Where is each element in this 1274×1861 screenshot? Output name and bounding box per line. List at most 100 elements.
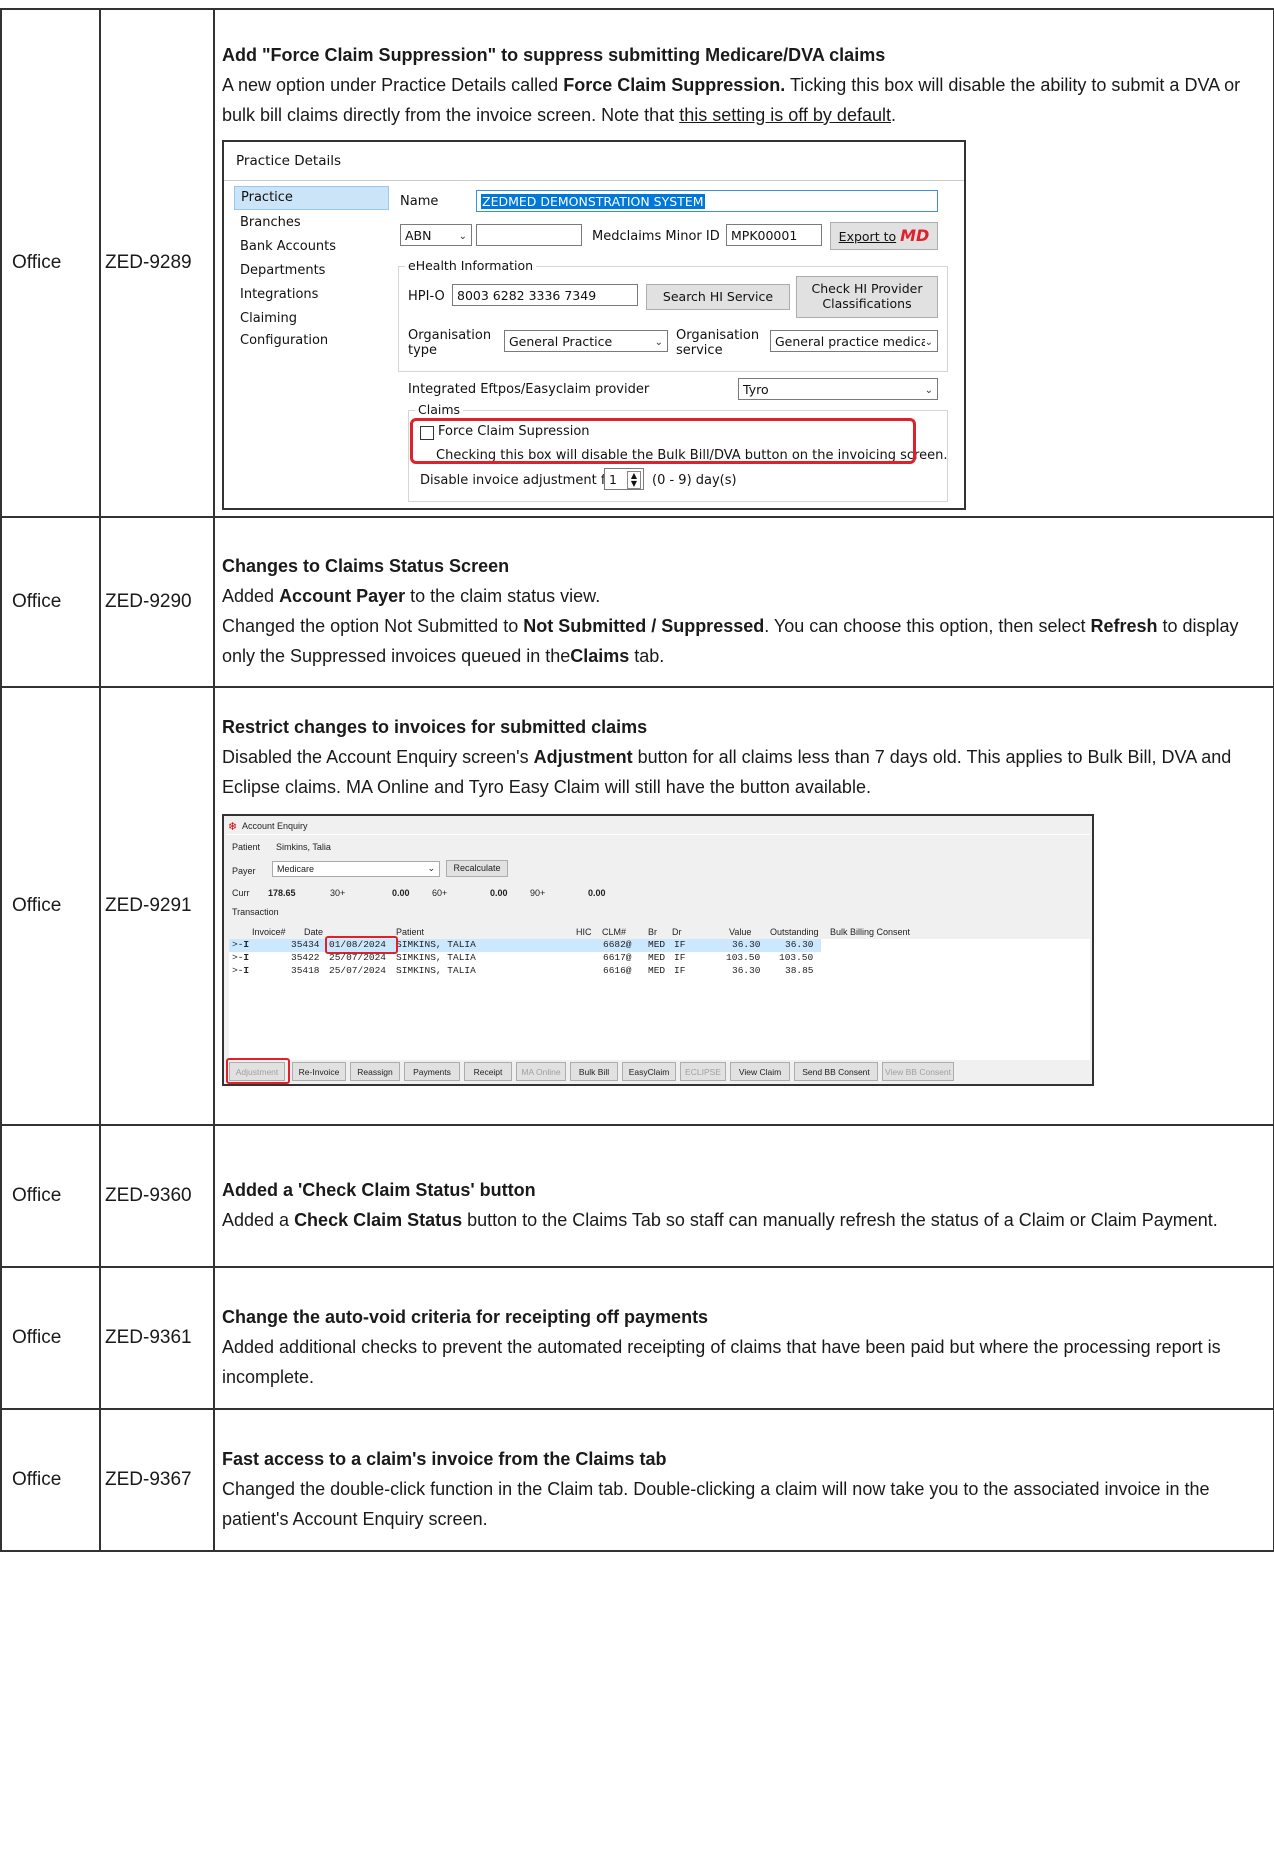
payer-select[interactable]: Medicare ⌄ xyxy=(272,861,440,877)
column-header[interactable]: Patient xyxy=(396,927,424,937)
table-cell[interactable]: 103.50 xyxy=(779,952,813,963)
note-text: Changed the option Not Submitted to Not … xyxy=(222,616,1239,666)
claims-caption: Claims xyxy=(415,402,464,417)
recalculate-button[interactable]: Recalculate xyxy=(446,860,508,877)
eftpos-label: Integrated Eftpos/Easyclaim provider xyxy=(408,382,650,397)
column-header[interactable]: HIC xyxy=(576,927,592,937)
view-claim-button[interactable]: View Claim xyxy=(730,1062,790,1081)
column-header[interactable]: Br xyxy=(648,927,657,937)
org-service-select[interactable]: General practice medica ⌄ xyxy=(770,330,938,352)
table-cell[interactable]: 38.85 xyxy=(785,965,814,976)
chevron-down-icon: ⌄ xyxy=(924,332,933,351)
issue-id-cell: ZED-9360 xyxy=(99,1124,215,1268)
column-header[interactable]: Dr xyxy=(672,927,682,937)
table-cell[interactable]: SIMKINS, TALIA xyxy=(396,939,476,950)
table-cell[interactable]: 35418 xyxy=(291,965,320,976)
category-cell: Office xyxy=(0,1266,101,1410)
name-field[interactable]: ZEDMED DEMONSTRATION SYSTEM xyxy=(476,190,938,212)
chevron-down-icon: ⌄ xyxy=(654,337,663,348)
hpio-field[interactable]: 8003 6282 3336 7349 xyxy=(452,284,638,306)
reassign-button[interactable]: Reassign xyxy=(350,1062,400,1081)
bulk-bill-button[interactable]: Bulk Bill xyxy=(570,1062,618,1081)
chevron-down-icon: ⌄ xyxy=(458,231,467,242)
table-cell[interactable]: 25/07/2024 xyxy=(329,952,386,963)
table-cell[interactable]: 25/07/2024 xyxy=(329,965,386,976)
column-header[interactable]: Invoice# xyxy=(252,927,286,937)
table-cell[interactable]: 6682@ xyxy=(603,939,632,950)
column-header[interactable]: Date xyxy=(304,927,323,937)
table-cell[interactable]: 36.30 xyxy=(732,965,761,976)
description-cell: Restrict changes to invoices for submitt… xyxy=(213,686,1274,1126)
note-title: Changes to Claims Status Screen xyxy=(222,556,510,576)
check-hi-button[interactable]: Check HI Provider Classifications xyxy=(796,276,938,318)
view-bb-consent-button[interactable]: View BB Consent xyxy=(882,1062,954,1081)
nav-item-branches[interactable]: Branches xyxy=(234,212,389,234)
table-row: Office ZED-9367 Fast access to a claim's… xyxy=(0,1408,1274,1552)
payer-label: Payer xyxy=(232,866,256,876)
table-cell[interactable]: 35422 xyxy=(291,952,320,963)
org-type-select[interactable]: General Practice ⌄ xyxy=(504,330,668,352)
payments-button[interactable]: Payments xyxy=(404,1062,460,1081)
table-cell[interactable]: SIMKINS, TALIA xyxy=(396,965,476,976)
export-button[interactable]: Export to MD xyxy=(830,222,938,250)
issue-id-cell: ZED-9361 xyxy=(99,1266,215,1410)
category-cell: Office xyxy=(0,686,101,1126)
column-header[interactable]: Outstanding xyxy=(770,927,819,937)
easyclaim-button[interactable]: EasyClaim xyxy=(622,1062,676,1081)
nav-item-bank-accounts[interactable]: Bank Accounts xyxy=(234,236,389,258)
table-cell[interactable]: IF xyxy=(674,965,685,976)
nav-item-departments[interactable]: Departments xyxy=(234,260,389,282)
nav-item-practice[interactable]: Practice xyxy=(234,186,389,210)
disable-adjustment-label: Disable invoice adjustment for xyxy=(420,473,619,488)
nav-item-integrations[interactable]: Integrations xyxy=(234,284,389,306)
column-header[interactable]: CLM# xyxy=(602,927,626,937)
column-header[interactable]: Value xyxy=(729,927,751,937)
table-cell[interactable]: 35434 xyxy=(291,939,320,950)
chevron-down-icon: ⌄ xyxy=(427,863,435,873)
medclaims-field[interactable]: MPK00001 xyxy=(726,224,822,246)
column-header[interactable]: Bulk Billing Consent xyxy=(830,927,910,937)
abn-field[interactable] xyxy=(476,224,582,246)
note-text: A new option under Practice Details call… xyxy=(222,75,1241,125)
ehealth-caption: eHealth Information xyxy=(405,258,537,273)
90-label: 90+ xyxy=(530,888,546,898)
note-title: Fast access to a claim's invoice from th… xyxy=(222,1449,667,1469)
30-label: 30+ xyxy=(330,888,346,898)
abn-select[interactable]: ABN ⌄ xyxy=(400,224,472,246)
note-title: Add "Force Claim Suppression" to suppres… xyxy=(222,45,886,65)
table-cell[interactable]: IF xyxy=(674,939,685,950)
patient-value: Simkins, Talia xyxy=(276,842,331,852)
patient-label: Patient xyxy=(232,842,261,852)
table-cell[interactable]: 36.30 xyxy=(732,939,761,950)
dialog-nav: Practice Branches Bank Accounts Departme… xyxy=(234,186,389,348)
category-cell: Office xyxy=(0,1408,101,1552)
transaction-list[interactable]: >-I 35434 01/08/2024 SIMKINS, TALIA 6682… xyxy=(229,936,1090,1060)
description-cell: Add "Force Claim Suppression" to suppres… xyxy=(213,8,1274,518)
table-cell[interactable]: MED xyxy=(648,965,665,976)
note-title: Added a 'Check Claim Status' button xyxy=(222,1180,536,1200)
ma-online-button[interactable]: MA Online xyxy=(516,1062,566,1081)
window-title: Account Enquiry xyxy=(242,821,308,831)
table-cell[interactable]: 6617@ xyxy=(603,952,632,963)
send-bb-consent-button[interactable]: Send BB Consent xyxy=(794,1062,878,1081)
nav-item-claiming-configuration[interactable]: Claiming Configuration xyxy=(234,308,389,348)
eclipse-button[interactable]: ECLIPSE xyxy=(680,1062,726,1081)
practice-details-screenshot: Practice Details Practice Branches Bank … xyxy=(222,140,966,510)
table-cell[interactable]: 36.30 xyxy=(785,939,814,950)
disable-days-stepper[interactable]: 1 ▲ ▼ xyxy=(604,468,644,490)
app-logo-icon: ❄ xyxy=(228,821,238,833)
search-hi-button[interactable]: Search HI Service xyxy=(646,284,790,310)
table-cell[interactable]: SIMKINS, TALIA xyxy=(396,952,476,963)
category-cell: Office xyxy=(0,1124,101,1268)
table-cell[interactable]: MED xyxy=(648,939,665,950)
eftpos-select[interactable]: Tyro ⌄ xyxy=(738,378,938,400)
description-cell: Added a 'Check Claim Status' button Adde… xyxy=(213,1124,1274,1268)
re-invoice-button[interactable]: Re-Invoice xyxy=(292,1062,346,1081)
table-cell[interactable]: 6616@ xyxy=(603,965,632,976)
table-cell[interactable]: IF xyxy=(674,952,685,963)
table-cell[interactable]: MED xyxy=(648,952,665,963)
table-row: Office ZED-9361 Change the auto-void cri… xyxy=(0,1266,1274,1410)
table-cell[interactable]: 103.50 xyxy=(726,952,760,963)
org-service-label: Organisation service xyxy=(676,328,760,358)
receipt-button[interactable]: Receipt xyxy=(464,1062,512,1081)
